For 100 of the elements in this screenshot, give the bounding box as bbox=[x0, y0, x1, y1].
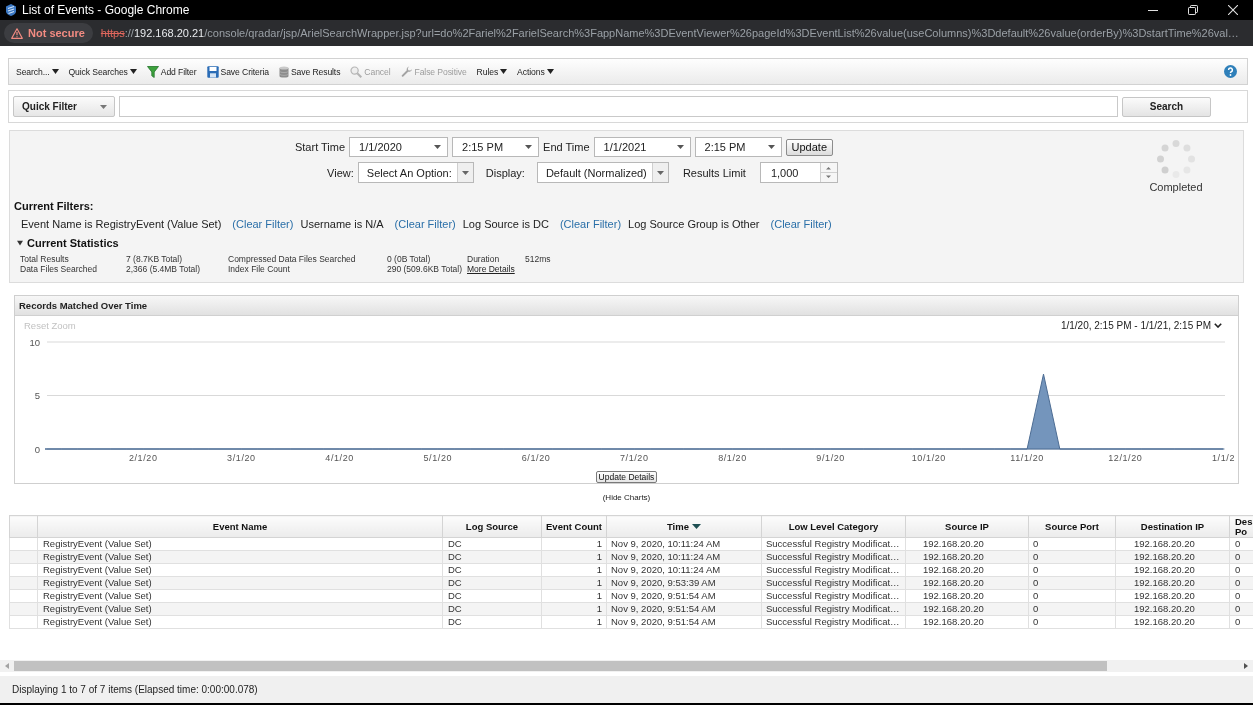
more-details-link[interactable]: More Details bbox=[467, 264, 515, 274]
column-header[interactable]: Des Po bbox=[1229, 515, 1253, 538]
sort-descending-icon bbox=[692, 524, 701, 530]
x-axis-label: 7/1/20 bbox=[619, 453, 649, 463]
wrench-icon bbox=[400, 65, 413, 78]
panel-title: Records Matched Over Time bbox=[15, 296, 1238, 316]
time-range-dropdown[interactable]: 1/1/20, 2:15 PM - 1/1/21, 2:15 PM bbox=[1060, 319, 1222, 331]
warning-icon bbox=[11, 27, 23, 39]
y-axis-label: 5 bbox=[34, 390, 40, 401]
start-time-label: Start Time bbox=[294, 141, 346, 153]
filter-text: Log Source is DC bbox=[462, 217, 549, 231]
section-title[interactable]: Current Statistics bbox=[27, 236, 119, 250]
security-indicator[interactable]: Not secure bbox=[4, 23, 93, 43]
end-date-dropdown[interactable]: 1/1/2021 bbox=[593, 137, 691, 157]
caret-icon bbox=[434, 145, 442, 149]
end-time-label: End Time bbox=[543, 141, 590, 153]
magnifier-icon bbox=[350, 65, 363, 78]
clear-filter-link[interactable]: (Clear Filter) bbox=[559, 217, 622, 231]
x-axis-label: 3/1/20 bbox=[227, 453, 256, 463]
app-logo-icon bbox=[6, 4, 16, 16]
toolbar-button[interactable]: Add Filter bbox=[141, 60, 202, 83]
x-axis-label: 1/1/2 bbox=[1212, 453, 1235, 463]
statistic-value: 7 (8.7KB Total) bbox=[126, 254, 184, 264]
statistic-label: Duration bbox=[467, 254, 501, 264]
results-limit-label: Results Limit bbox=[682, 166, 746, 179]
window-title: List of Events - Google Chrome bbox=[22, 3, 190, 17]
hide-charts-link[interactable]: (Hide Charts) bbox=[602, 493, 651, 503]
statistic-value: 2,366 (5.4MB Total) bbox=[126, 264, 202, 274]
caret-icon bbox=[676, 145, 684, 149]
display-label: Display: bbox=[485, 166, 525, 179]
x-axis-label: 10/1/20 bbox=[911, 453, 946, 463]
caret-icon bbox=[656, 170, 664, 175]
caret-icon bbox=[546, 69, 554, 74]
x-axis-label: 8/1/20 bbox=[718, 453, 747, 463]
update-details-button[interactable]: Update Details bbox=[595, 471, 658, 483]
loading-spinner-icon bbox=[1157, 140, 1195, 178]
toolbar-menu-button[interactable]: Rules bbox=[471, 60, 513, 83]
column-header[interactable]: Source IP bbox=[905, 515, 1029, 538]
view-label: View: bbox=[327, 166, 354, 179]
column-header[interactable]: Destination IP bbox=[1115, 515, 1230, 538]
column-header[interactable]: Log Source bbox=[442, 515, 542, 538]
x-axis-label: 11/1/20 bbox=[1010, 453, 1044, 463]
statistic-value: 290 (509.6KB Total) bbox=[387, 264, 463, 274]
x-axis-label: 2/1/20 bbox=[128, 453, 158, 463]
statistic-label: Total Results bbox=[20, 254, 70, 264]
search-status-text: Completed bbox=[1149, 181, 1203, 193]
quick-filter-dropdown[interactable]: Quick Filter bbox=[13, 96, 115, 117]
start-date-dropdown[interactable]: 1/1/2020 bbox=[349, 137, 449, 157]
results-limit-field[interactable]: 1,000 bbox=[759, 162, 838, 183]
statistic-value: 512ms bbox=[525, 254, 552, 264]
minimize-icon bbox=[1148, 9, 1158, 11]
funnel-icon bbox=[146, 65, 159, 78]
search-button[interactable]: Search bbox=[1122, 96, 1211, 117]
view-dropdown[interactable]: Select An Option: bbox=[357, 162, 474, 183]
restore-icon bbox=[1188, 5, 1198, 15]
toolbar-menu-button[interactable]: Actions bbox=[512, 60, 559, 83]
quick-filter-input[interactable] bbox=[119, 96, 1118, 117]
horizontal-scrollbar[interactable] bbox=[0, 660, 1253, 672]
help-icon bbox=[1224, 65, 1237, 78]
x-axis-label: 12/1/20 bbox=[1108, 453, 1143, 463]
caret-icon bbox=[129, 69, 137, 74]
column-header[interactable]: Source Port bbox=[1028, 515, 1116, 538]
display-dropdown[interactable]: Default (Normalized) bbox=[536, 162, 669, 183]
start-time-dropdown[interactable]: 2:15 PM bbox=[452, 137, 540, 157]
expanded-triangle-icon[interactable] bbox=[17, 240, 23, 246]
toolbar-button[interactable]: Save Criteria bbox=[201, 60, 274, 83]
caret-icon bbox=[767, 145, 775, 149]
caret-icon bbox=[500, 69, 508, 74]
filter-text: Username is N/A bbox=[300, 217, 384, 231]
column-header[interactable]: Event Count bbox=[541, 515, 607, 538]
address-url[interactable]: https://192.168.20.21/console/qradar/jsp/ArielSearchWrapper.jsp?url=do%2Fariel%2FarielSearch%3FappName%3DEventViewer%26pageId%3DEventList%26value(useColumns)%3Ddefault%26value(orderBy)%3DstartTime%26val… bbox=[100, 27, 1239, 39]
x-axis-label: 5/1/20 bbox=[423, 453, 453, 463]
help-button[interactable] bbox=[1224, 65, 1237, 78]
stepper-icon[interactable] bbox=[819, 163, 837, 182]
clear-filter-link[interactable]: (Clear Filter) bbox=[394, 217, 456, 231]
clear-filter-link[interactable]: (Clear Filter) bbox=[770, 217, 832, 231]
x-axis-label: 4/1/20 bbox=[325, 453, 354, 463]
toolbar-menu-button[interactable]: Search... bbox=[11, 60, 64, 83]
update-button[interactable]: Update bbox=[785, 138, 834, 156]
x-axis-label: 6/1/20 bbox=[521, 453, 551, 463]
caret-icon bbox=[525, 145, 533, 149]
statistic-label: Compressed Data Files Searched bbox=[228, 254, 357, 264]
column-header[interactable]: Low Level Category bbox=[761, 515, 906, 538]
clear-filter-link[interactable]: (Clear Filter) bbox=[232, 217, 294, 231]
column-header[interactable]: Event Name bbox=[37, 515, 443, 538]
section-title: Current Filters: bbox=[14, 199, 94, 213]
caret-icon bbox=[51, 69, 59, 74]
toolbar-button[interactable]: Save Results bbox=[273, 60, 346, 83]
caret-icon bbox=[461, 170, 469, 175]
filter-text: Log Source Group is Other bbox=[628, 217, 760, 231]
toolbar-menu-button[interactable]: Quick Searches bbox=[63, 60, 142, 83]
chevron-down-icon bbox=[1214, 322, 1222, 328]
column-header[interactable]: Time bbox=[606, 515, 762, 538]
y-axis-label: 0 bbox=[34, 443, 40, 455]
end-time-dropdown[interactable]: 2:15 PM bbox=[694, 137, 782, 157]
database-icon bbox=[278, 65, 289, 78]
statistic-label: Data Files Searched bbox=[20, 264, 98, 274]
close-icon bbox=[1228, 5, 1238, 15]
filter-text: Event Name is RegistryEvent (Value Set) bbox=[21, 217, 222, 231]
statistic-value: 0 (0B Total) bbox=[387, 254, 432, 264]
